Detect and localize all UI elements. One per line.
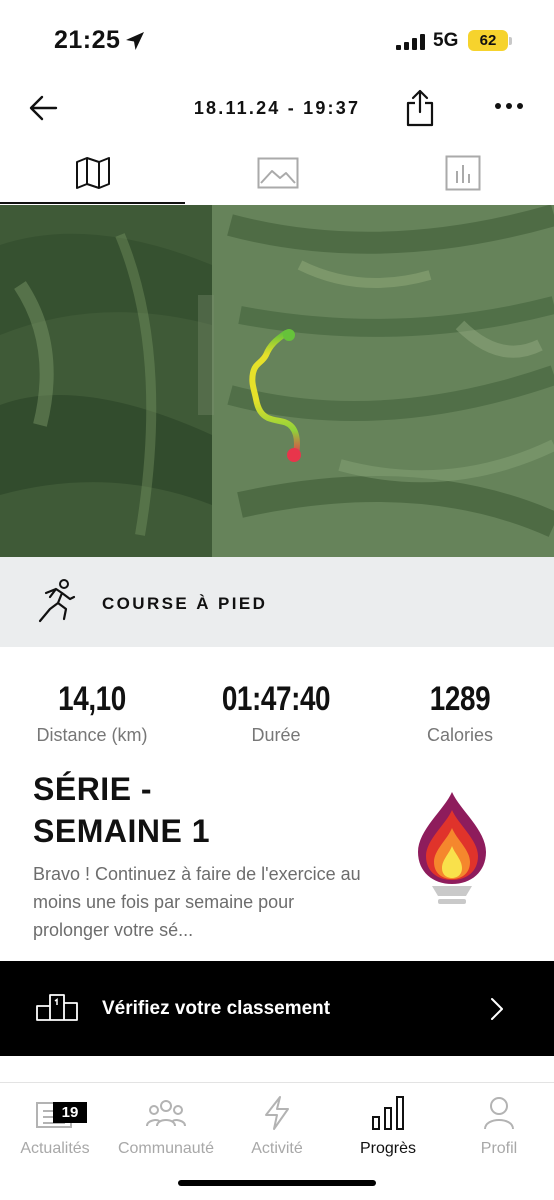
stat-value: 14,10 — [58, 680, 126, 718]
network-type: 5G — [433, 30, 459, 51]
route-start-marker — [283, 329, 295, 341]
signal-icon — [396, 34, 425, 50]
flame-icon — [418, 792, 486, 904]
nav-label: Progrès — [359, 1140, 417, 1157]
photo-icon — [257, 157, 298, 188]
bar-chart-icon — [445, 155, 480, 190]
stat-label: Calories — [426, 725, 494, 745]
profile-icon — [484, 1097, 514, 1130]
notification-badge: 19 — [53, 1102, 87, 1123]
location-arrow-icon — [126, 32, 144, 50]
stat-calories: 1289 Calories — [370, 680, 550, 746]
view-tabs — [0, 140, 554, 205]
activity-type-band: COURSE À PIED — [0, 557, 554, 647]
status-bar: 21:25 5G 62 — [0, 0, 554, 80]
streak-title-line1: SÉRIE - — [33, 771, 153, 807]
chevron-right-icon — [491, 998, 503, 1020]
battery-tip — [509, 37, 512, 45]
nav-item-activite[interactable]: Activité — [222, 1093, 332, 1158]
streak-title-line2: SEMAINE 1 — [33, 813, 210, 849]
stat-label: Distance (km) — [36, 725, 148, 745]
nav-label: Actualités — [20, 1140, 90, 1157]
ranking-button[interactable]: Vérifiez votre classement — [0, 961, 554, 1056]
stat-distance: 14,10 Distance (km) — [2, 680, 182, 746]
ranking-label: Vérifiez votre classement — [102, 998, 331, 1019]
battery-icon: 62 — [468, 30, 508, 51]
stat-duration: 01:47:40 Durée — [186, 680, 366, 746]
stat-value: 1289 — [429, 680, 491, 718]
nav-item-actualites[interactable]: Actualités 19 — [0, 1093, 110, 1158]
tab-stats[interactable] — [370, 140, 554, 205]
community-icon — [146, 1100, 186, 1127]
nav-label: Profil — [480, 1140, 518, 1157]
nav-label: Communauté — [117, 1140, 215, 1157]
podium-icon — [36, 994, 78, 1021]
streak-title: SÉRIE - SEMAINE 1 — [33, 768, 313, 852]
stat-label: Durée — [251, 725, 301, 745]
nav-item-progres[interactable]: Progrès — [333, 1093, 443, 1158]
tab-map[interactable] — [0, 140, 185, 205]
nav-label: Activité — [251, 1140, 303, 1157]
header: 18.11.24 - 19:37 — [0, 80, 554, 140]
progress-bars-icon — [372, 1096, 404, 1130]
lightning-icon — [265, 1096, 289, 1130]
stat-value: 01:47:40 — [221, 680, 331, 718]
tab-photo[interactable] — [185, 140, 370, 205]
nav-item-profil[interactable]: Profil — [444, 1093, 554, 1158]
home-indicator[interactable] — [178, 1180, 376, 1186]
map-icon — [75, 156, 110, 189]
route-map[interactable] — [0, 205, 554, 557]
stats-row: 14,10 Distance (km) 01:47:40 Durée 1289 … — [0, 680, 554, 760]
activity-type-label: COURSE À PIED — [102, 594, 268, 613]
status-time: 21:25 — [54, 26, 121, 54]
tab-active-indicator — [0, 202, 185, 204]
page-title: 18.11.24 - 19:37 — [193, 98, 361, 118]
route-end-marker — [287, 448, 301, 462]
nav-item-communaute[interactable]: Communauté — [111, 1093, 221, 1158]
share-icon[interactable] — [404, 88, 436, 128]
running-icon — [38, 579, 76, 623]
more-icon[interactable] — [494, 98, 524, 114]
satellite-map — [0, 205, 554, 557]
streak-text: Bravo ! Continuez à faire de l'exercice … — [33, 864, 361, 940]
